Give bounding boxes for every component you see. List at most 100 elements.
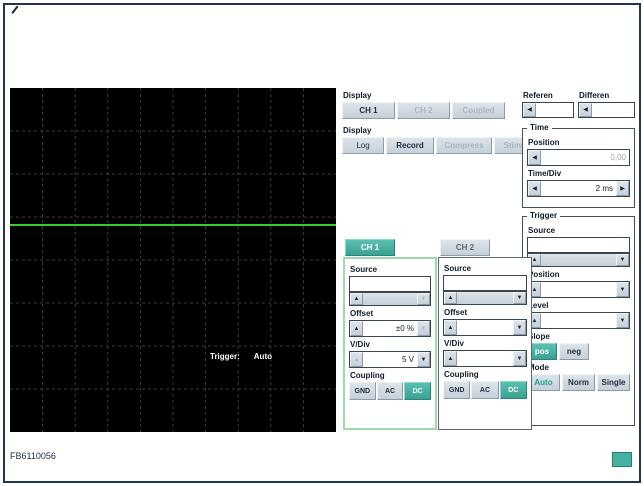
- display-ch2-button[interactable]: CH 2: [397, 102, 450, 119]
- timediv-decrement-button[interactable]: ◀: [528, 181, 541, 196]
- up-arrow-icon: ▲: [531, 286, 538, 293]
- trigger-source-scroller-track: [541, 254, 616, 266]
- instrument-panel-frame: Trigger: Auto Display CH 1 CH 2 Coupled …: [3, 3, 641, 483]
- timediv-increment-button[interactable]: ▶: [616, 181, 629, 196]
- time-position-label: Position: [528, 138, 560, 147]
- ch2-source-input[interactable]: [443, 275, 527, 291]
- ch1-offset-down-button[interactable]: ▼: [417, 321, 430, 336]
- ch1-offset-value: ±0 %: [395, 324, 414, 333]
- display-coupled-button[interactable]: Coupled: [452, 102, 505, 119]
- ch2-vdiv-down-button[interactable]: ▼: [513, 351, 526, 366]
- trigger-level-label: Level: [528, 301, 549, 310]
- ch1-source-scroller: ▲ ▼: [349, 292, 431, 306]
- ch2-source-label: Source: [444, 264, 472, 273]
- ch2-vdiv-value: [457, 351, 513, 366]
- app-window: { "window": { "footer_id": "FB6110056" }…: [0, 0, 644, 486]
- ch1-offset-spinner: ▲ ±0 % ▼: [349, 320, 431, 337]
- down-arrow-icon: ▼: [516, 295, 523, 301]
- ch2-select-button[interactable]: CH 2: [440, 239, 490, 256]
- ch2-vdiv-up-button[interactable]: ▲: [444, 351, 457, 366]
- ch2-coupling-label: Coupling: [444, 370, 479, 379]
- time-group: Time Position ◀ 0,00 Time/Div ◀ 2 ms ▶: [522, 123, 635, 208]
- mode-single-button[interactable]: Single: [597, 374, 630, 391]
- ch1-offset-up-button[interactable]: ▲: [350, 321, 363, 336]
- trigger-position-label: Position: [528, 270, 560, 279]
- ch1-source-up-button[interactable]: ▲: [350, 293, 363, 305]
- trigger-source-down-button[interactable]: ▼: [616, 254, 629, 266]
- left-arrow-icon: ◀: [532, 154, 537, 161]
- time-position-decrement-button[interactable]: ◀: [528, 150, 541, 165]
- difference-decrement-button[interactable]: ◀: [579, 103, 592, 117]
- ch1-vdiv-value: 5 V: [401, 355, 414, 364]
- up-arrow-icon: ▲: [353, 296, 360, 302]
- down-arrow-icon: ▼: [619, 286, 626, 293]
- display-log-button[interactable]: Log: [342, 137, 384, 154]
- trigger-position-value: [541, 282, 616, 297]
- left-arrow-icon: ◀: [527, 107, 532, 113]
- ch1-source-label: Source: [350, 265, 378, 274]
- right-arrow-icon: ▶: [620, 185, 625, 192]
- reference-value: [536, 103, 573, 117]
- down-arrow-icon: ▼: [420, 356, 427, 363]
- trigger-group: Trigger Source ▲ ▼ Position ▲ ▼ Level ▲ …: [522, 211, 635, 426]
- up-arrow-icon: ▲: [353, 325, 360, 332]
- ch1-coupling-dc-button[interactable]: DC: [404, 382, 432, 400]
- trigger-level-value: [541, 313, 616, 328]
- ch1-source-down-button[interactable]: ▼: [417, 293, 430, 305]
- scope-grid: [10, 88, 336, 432]
- up-arrow-icon: ▲: [531, 257, 538, 263]
- ch2-source-down-button[interactable]: ▼: [513, 292, 526, 304]
- ch2-coupling-dc-button[interactable]: DC: [499, 381, 527, 399]
- reference-decrement-button[interactable]: ◀: [523, 103, 536, 117]
- display-channels-group: Display CH 1 CH 2 Coupled: [342, 88, 505, 119]
- ch1-source-input[interactable]: [349, 276, 431, 292]
- trigger-mode-label: Mode: [528, 363, 549, 372]
- difference-spinner: ◀: [578, 102, 635, 118]
- ch1-offset-label: Offset: [350, 309, 374, 318]
- trigger-level-spinner: ▲ ▼: [527, 312, 630, 329]
- trigger-position-down-button[interactable]: ▼: [616, 282, 629, 297]
- ch2-offset-label: Offset: [444, 308, 468, 317]
- ch2-source-scroller-track: [457, 292, 513, 304]
- ch2-panel: Source ▲ ▼ Offset ▲ ▼ V/Div ▲ ▼ Coupling…: [438, 257, 532, 430]
- difference-group: Differen ◀: [578, 88, 635, 118]
- down-arrow-icon: ▼: [619, 317, 626, 324]
- time-position-spinner: ◀ 0,00: [527, 149, 630, 166]
- mode-norm-button[interactable]: Norm: [562, 374, 595, 391]
- down-arrow-icon: ▼: [420, 296, 427, 302]
- ch1-source-scroller-track: [363, 293, 417, 305]
- ch1-vdiv-up-button[interactable]: ▲: [350, 352, 363, 367]
- ch1-vdiv-down-button[interactable]: ▼: [417, 352, 430, 367]
- ch1-select-button[interactable]: CH 1: [345, 239, 395, 256]
- timediv-label: Time/Div: [528, 169, 562, 178]
- ch2-source-scroller: ▲ ▼: [443, 291, 527, 305]
- left-arrow-icon: ◀: [583, 107, 588, 113]
- ch1-coupling-ac-button[interactable]: AC: [376, 382, 404, 400]
- slope-neg-button[interactable]: neg: [559, 343, 589, 360]
- ch2-offset-up-button[interactable]: ▲: [444, 320, 457, 335]
- down-arrow-icon: ▼: [516, 355, 523, 362]
- trigger-level-down-button[interactable]: ▼: [616, 313, 629, 328]
- up-arrow-icon: ▲: [531, 317, 538, 324]
- ch1-coupling-gnd-button[interactable]: GND: [349, 382, 376, 400]
- display-compress-button[interactable]: Compress: [436, 137, 492, 154]
- down-arrow-icon: ▼: [420, 325, 427, 332]
- trigger-slope-label: Slope: [528, 332, 550, 341]
- trigger-position-spinner: ▲ ▼: [527, 281, 630, 298]
- time-position-value: 0,00: [610, 153, 626, 162]
- timediv-value: 2 ms: [595, 184, 613, 193]
- trigger-readout: Trigger: Auto: [210, 352, 330, 361]
- up-arrow-icon: ▲: [447, 355, 454, 362]
- ch2-coupling-gnd-button[interactable]: GND: [443, 381, 471, 399]
- ch2-source-up-button[interactable]: ▲: [444, 292, 457, 304]
- ch2-vdiv-label: V/Div: [444, 339, 465, 348]
- trigger-source-input[interactable]: [527, 237, 630, 253]
- reference-spinner: ◀: [522, 102, 574, 118]
- display-modes-group: Display Log Record Compress Stimuli: [342, 123, 540, 154]
- ch2-coupling-ac-button[interactable]: AC: [471, 381, 499, 399]
- display-record-button[interactable]: Record: [386, 137, 434, 154]
- display-ch1-button[interactable]: CH 1: [342, 102, 395, 119]
- ch1-header: CH 1: [345, 239, 395, 256]
- trigger-source-label: Source: [528, 226, 556, 235]
- ch2-offset-down-button[interactable]: ▼: [513, 320, 526, 335]
